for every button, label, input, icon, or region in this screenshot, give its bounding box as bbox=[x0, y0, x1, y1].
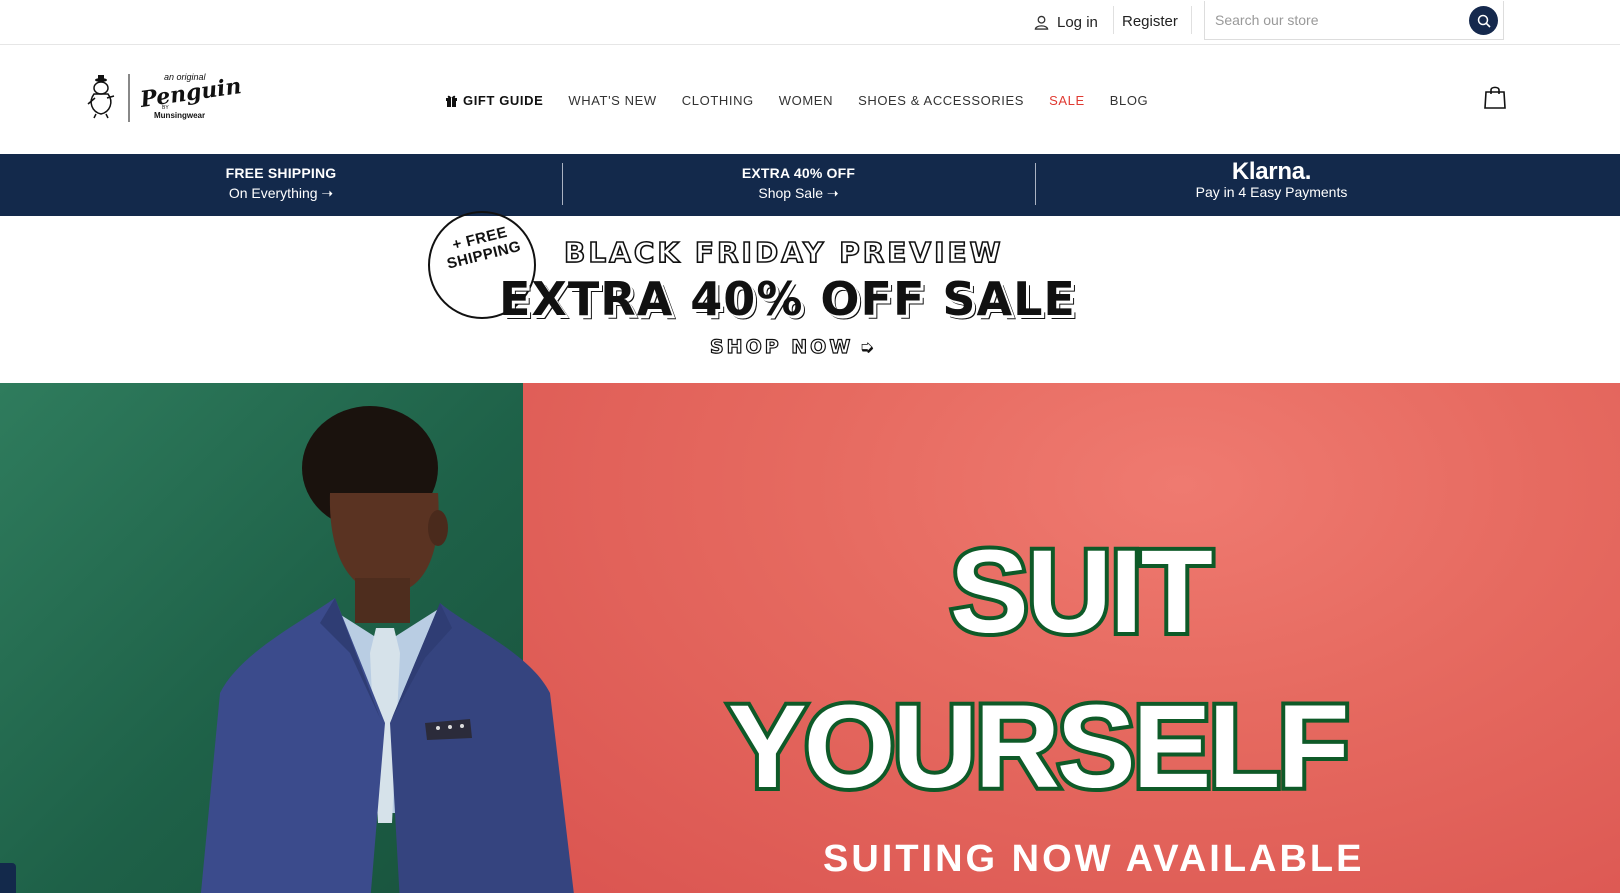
free-shipping-promo[interactable]: FREE SHIPPING On Everything ➝ bbox=[0, 154, 562, 216]
model-in-suit-image bbox=[200, 406, 574, 893]
search-button[interactable] bbox=[1469, 6, 1498, 35]
shop-now-label: SHOP NOW bbox=[709, 335, 854, 358]
nav-item-gift-guide[interactable]: GIFT GUIDE bbox=[445, 93, 543, 108]
promo-subtitle: On Everything ➝ bbox=[228, 185, 334, 201]
divider bbox=[1191, 6, 1192, 34]
klarna-logo: Klarna. bbox=[1231, 158, 1312, 185]
nav-item-women[interactable]: WOMEN bbox=[779, 93, 833, 108]
login-link[interactable]: Log in bbox=[1034, 11, 1098, 33]
hero-banner[interactable]: SUIT YOURSELF SUITING NOW AVAILABLE bbox=[0, 383, 1620, 893]
promo-subtitle: Pay in 4 Easy Payments bbox=[1195, 184, 1348, 200]
utility-bar: Log in Register bbox=[0, 0, 1620, 45]
search-box bbox=[1204, 1, 1504, 40]
nav-item-clothing[interactable]: CLOTHING bbox=[682, 93, 754, 108]
nav-item-blog[interactable]: BLOG bbox=[1110, 93, 1149, 108]
login-label: Log in bbox=[1057, 13, 1098, 31]
promo-bar: FREE SHIPPING On Everything ➝ EXTRA 40% … bbox=[0, 154, 1620, 216]
promo-title: EXTRA 40% OFF bbox=[741, 165, 856, 181]
nav-item-whats-new[interactable]: WHAT'S NEW bbox=[568, 93, 656, 108]
arrow-right-icon: ➭ bbox=[859, 336, 878, 358]
cart-button[interactable] bbox=[1484, 85, 1506, 114]
shopping-bag-icon bbox=[1484, 86, 1506, 109]
hero-headline-line2: YOURSELF bbox=[724, 681, 1353, 813]
promo-title: FREE SHIPPING bbox=[225, 165, 337, 181]
shop-now-link[interactable]: SHOP NOW ➭ bbox=[709, 335, 878, 358]
penguin-logo[interactable]: an original Penguin BY Munsingwear bbox=[86, 72, 243, 124]
hero-headline-line1: SUIT bbox=[946, 526, 1217, 658]
main-header: an original Penguin BY Munsingwear GIFT … bbox=[0, 45, 1620, 154]
main-nav: GIFT GUIDE WHAT'S NEW CLOTHING WOMEN SHO… bbox=[445, 90, 1173, 110]
banner-preview-text: BLACK FRIDAY PREVIEW bbox=[563, 235, 1004, 270]
gift-icon bbox=[446, 95, 457, 107]
logo-munsingwear: Munsingwear bbox=[154, 111, 206, 120]
nav-item-sale[interactable]: SALE bbox=[1049, 93, 1085, 108]
hero-subheadline: SUITING NOW AVAILABLE bbox=[823, 838, 1365, 880]
black-friday-banner[interactable]: + FREE SHIPPING BLACK FRIDAY PREVIEW EXT… bbox=[0, 211, 1620, 383]
search-input[interactable] bbox=[1215, 10, 1455, 30]
user-icon bbox=[1034, 15, 1049, 30]
search-icon bbox=[1477, 14, 1491, 28]
klarna-promo[interactable]: Klarna. Pay in 4 Easy Payments bbox=[1035, 154, 1508, 216]
nav-label: GIFT GUIDE bbox=[463, 92, 544, 108]
nav-item-shoes-accessories[interactable]: SHOES & ACCESSORIES bbox=[858, 93, 1024, 108]
chat-widget-tab[interactable] bbox=[0, 863, 16, 893]
divider bbox=[1113, 6, 1114, 34]
banner-headline: EXTRA 40% OFF SALE bbox=[499, 272, 1076, 326]
promo-subtitle: Shop Sale ➝ bbox=[758, 185, 839, 201]
sale-promo[interactable]: EXTRA 40% OFF Shop Sale ➝ bbox=[562, 154, 1035, 216]
register-link[interactable]: Register bbox=[1122, 11, 1178, 33]
